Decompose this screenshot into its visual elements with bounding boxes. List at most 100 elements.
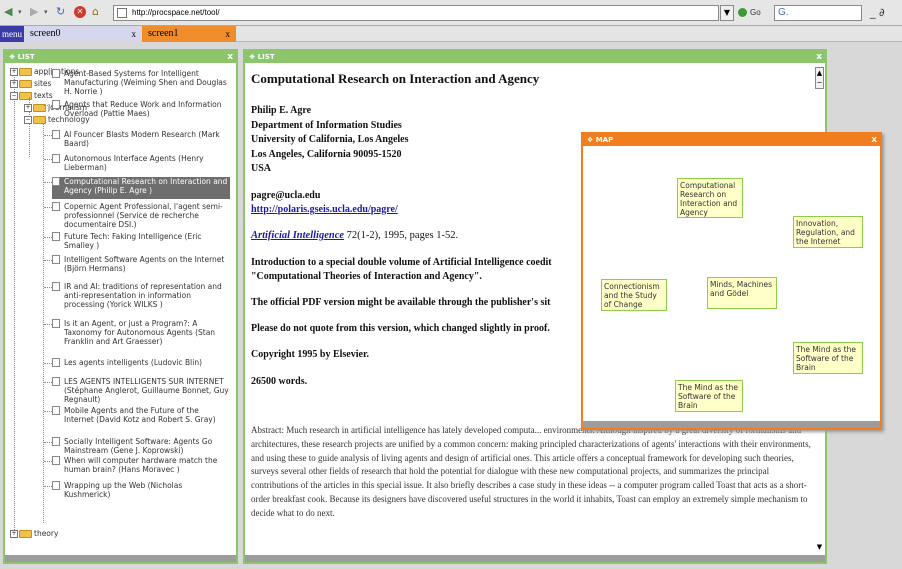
map-node[interactable]: The Mind as the Software of the Brain: [793, 342, 863, 374]
collapse-icon[interactable]: −: [24, 116, 32, 124]
tab-label: screen1: [148, 28, 179, 39]
leaf-label: Is it an Agent, or just a Program?: A Ta…: [64, 319, 216, 346]
map-node[interactable]: Computational Research on Interaction an…: [677, 178, 743, 218]
tree-leaf-item[interactable]: Computational Research on Interaction an…: [44, 177, 230, 199]
search-value: G.: [778, 7, 789, 18]
close-icon[interactable]: x: [227, 51, 233, 63]
tree-leaf-item[interactable]: Socially Intelligent Software: Agents Go…: [44, 437, 230, 456]
map-node[interactable]: Connectionism and the Study of Change: [601, 279, 667, 311]
folder-icon: [19, 68, 32, 76]
forward-icon[interactable]: ▶: [30, 5, 38, 19]
tree-folder-texts[interactable]: − texts: [10, 91, 53, 100]
tab-label: screen0: [30, 28, 61, 39]
url-text: http://procspace.net/tool/: [132, 8, 220, 17]
panel-header[interactable]: ❖ LIST x: [5, 51, 236, 63]
document-icon: [52, 202, 60, 211]
panel-title: MAP: [595, 136, 614, 144]
author: Philip E. Agre: [251, 105, 312, 116]
search-input[interactable]: G.: [774, 5, 862, 21]
leaf-label: Agent-Based Systems for Intelligent Manu…: [64, 69, 227, 96]
document-icon: [52, 232, 60, 241]
tree-leaf-item[interactable]: Agents that Reduce Work and Information …: [44, 100, 230, 119]
tree-leaf-item[interactable]: Les agents intelligents (Ludovic Blin): [44, 358, 230, 368]
close-icon[interactable]: x: [226, 26, 231, 42]
map-node[interactable]: Innovation, Regulation, and the Internet: [793, 216, 863, 248]
back-icon[interactable]: ◀: [4, 5, 12, 19]
tree-leaf-item[interactable]: Autonomous Interface Agents (Henry Liebe…: [44, 154, 230, 173]
tree-folder-sites[interactable]: + sites: [10, 79, 51, 88]
leaf-label: Les agents intelligents (Ludovic Blin): [64, 358, 203, 367]
forward-dropdown-icon[interactable]: ▾: [44, 5, 48, 19]
panel-title: LIST: [17, 53, 35, 61]
document-icon: [52, 377, 60, 386]
document-title: Computational Research on Interaction an…: [251, 71, 540, 86]
url-field[interactable]: http://procspace.net/tool/: [113, 5, 719, 21]
leaf-label: Wrapping up the Web (Nicholas Kushmerick…: [64, 481, 183, 499]
document-icon: [52, 319, 60, 328]
panel-header[interactable]: ❖ MAP x: [583, 134, 880, 146]
close-icon[interactable]: x: [816, 51, 822, 63]
document-icon: [52, 154, 60, 163]
tree-leaf-item[interactable]: Wrapping up the Web (Nicholas Kushmerick…: [44, 481, 230, 500]
close-icon[interactable]: x: [871, 134, 877, 146]
back-dropdown-icon[interactable]: ▾: [18, 5, 22, 19]
panel-footer: [245, 555, 825, 562]
scroll-down-icon[interactable]: ▼: [815, 543, 824, 553]
leaf-label: Agents that Reduce Work and Information …: [64, 100, 222, 118]
tree-leaf-item[interactable]: LES AGENTS INTELLIGENTS SUR INTERNET (St…: [44, 377, 230, 405]
document-icon: [52, 456, 60, 465]
tree-leaf-item[interactable]: IR and AI: traditions of representation …: [44, 282, 230, 311]
folder-icon: [19, 92, 32, 100]
collapse-icon[interactable]: −: [10, 92, 18, 100]
folder-label: theory: [34, 529, 59, 538]
tree-leaf-item[interactable]: Intelligent Software Agents on the Inter…: [44, 255, 230, 274]
homepage-link[interactable]: http://polaris.gseis.ucla.edu/pagre/: [251, 204, 398, 215]
folder-icon: [19, 530, 32, 538]
menu-button[interactable]: menu: [0, 26, 24, 42]
expand-icon[interactable]: +: [10, 80, 18, 88]
expand-icon[interactable]: +: [24, 104, 32, 112]
document-icon: [52, 69, 60, 78]
tab-screen0[interactable]: screen0 x: [24, 26, 142, 42]
page-icon: [117, 8, 127, 18]
list-panel: ❖ LISTx +applications +sites −texts +jou…: [3, 49, 238, 564]
map-node[interactable]: Minds, Machines and Gödel: [707, 277, 777, 309]
go-button[interactable]: Go: [738, 5, 770, 21]
close-icon[interactable]: x: [132, 26, 137, 42]
leaf-label: Intelligent Software Agents on the Inter…: [64, 255, 225, 273]
home-icon[interactable]: ⌂: [92, 5, 99, 19]
tab-screen1[interactable]: screen1 x: [142, 26, 236, 42]
tree-leaf-item[interactable]: Future Tech: Faking Intelligence (Eric S…: [44, 232, 230, 251]
stop-icon[interactable]: ✕: [74, 6, 86, 18]
document-icon: [52, 406, 60, 415]
tree-leaf-item[interactable]: Copernic Agent Professional, l'agent sem…: [44, 202, 230, 230]
tree-leaf-item[interactable]: Mobile Agents and the Future of the Inte…: [44, 406, 230, 434]
panel-footer: [583, 421, 880, 428]
go-label: Go: [750, 8, 761, 17]
word-count: 26500 words.: [251, 376, 308, 387]
intro-line: Introduction to a special double volume …: [251, 257, 552, 268]
leaf-label: Socially Intelligent Software: Agents Go…: [64, 437, 213, 455]
tree-folder-theory[interactable]: + theory: [10, 529, 58, 538]
folder-label: sites: [34, 79, 52, 88]
map-node[interactable]: The Mind as the Software of the Brain: [675, 380, 743, 412]
browser-window: { "browser": { "url": "http://procspace.…: [0, 0, 902, 569]
browser-toolbar: ◀ ▾ ▶ ▾ ↻ ✕ ⌂ http://procspace.net/tool/…: [0, 0, 902, 26]
tree-leaf-item[interactable]: When will computer hardware match the hu…: [44, 456, 230, 475]
tree-leaf-item[interactable]: Agent-Based Systems for Intelligent Manu…: [44, 69, 230, 97]
expand-icon[interactable]: +: [10, 68, 18, 76]
quote-note: Please do not quote from this version, w…: [251, 323, 550, 334]
tree-leaf-item[interactable]: AI Founcer Blasts Modern Research (Mark …: [44, 130, 230, 149]
screen-tab-strip: menu screen0 x screen1 x: [0, 26, 902, 42]
window-controls[interactable]: _ ∂: [870, 5, 900, 21]
url-dropdown-icon[interactable]: ▼: [720, 5, 734, 21]
reload-icon[interactable]: ↻: [56, 5, 65, 19]
expand-icon[interactable]: +: [10, 530, 18, 538]
scroll-up-icon[interactable]: ▲ ─: [815, 67, 824, 89]
tree-leaf-item[interactable]: Is it an Agent, or just a Program?: A Ta…: [44, 319, 230, 348]
map-panel: ❖ MAP x Computational Research on Interac…: [581, 132, 882, 430]
leaf-label: IR and AI: traditions of representation …: [64, 282, 222, 309]
leaf-label: Autonomous Interface Agents (Henry Liebe…: [64, 154, 204, 172]
panel-header[interactable]: ❖ LIST x: [245, 51, 825, 63]
journal-link[interactable]: Artificial Intelligence: [251, 230, 344, 241]
